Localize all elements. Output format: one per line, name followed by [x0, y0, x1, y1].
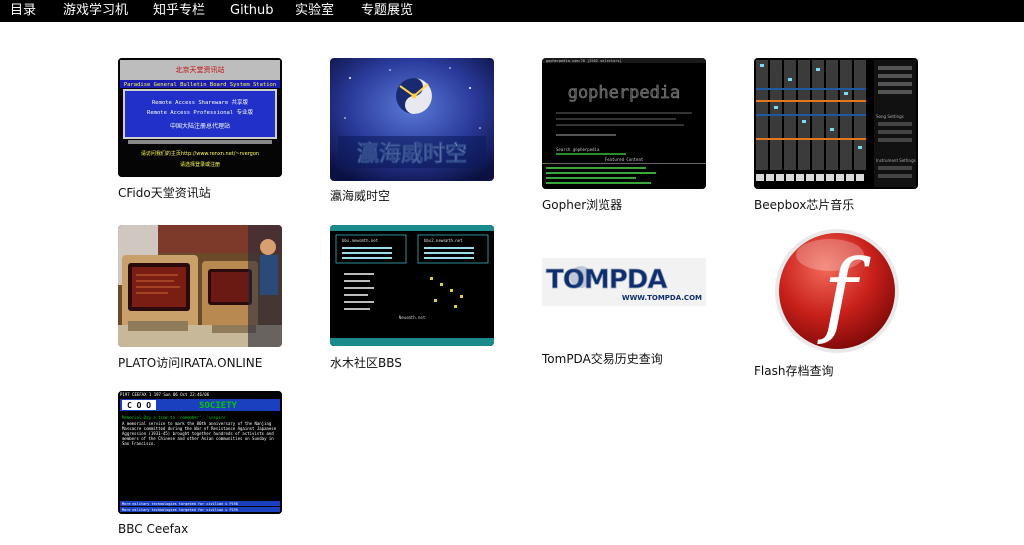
- card-caption[interactable]: 水木社区BBS: [330, 356, 402, 370]
- card-caption[interactable]: Flash存档查询: [754, 364, 833, 378]
- nav-link-zhihu-column[interactable]: 知乎专栏: [153, 3, 205, 19]
- nav-link-github[interactable]: Github: [230, 3, 274, 19]
- card-caption[interactable]: PLATO访问IRATA.ONLINE: [118, 356, 262, 370]
- beepbox-sequencer-thumbnail[interactable]: Song Settings Instrument Settings: [754, 58, 918, 189]
- svg-text:瀛海威时空: 瀛海威时空: [357, 141, 467, 167]
- svg-text:P197 CEEFAX 1 197 Sun 06 Oct: P197 CEEFAX 1 197 Sun 06 Oct 22:46/06: [120, 392, 210, 397]
- card-caption[interactable]: 瀛海威时空: [330, 189, 390, 203]
- svg-text:请访问我们的主页http://www.renxn.net/~: 请访问我们的主页http://www.renxn.net/~rvergon: [141, 150, 259, 157]
- newsmth-bbs-thumbnail[interactable]: bbs.newsmth.net bbs2.newsmth.net Newsmth…: [330, 225, 494, 346]
- svg-text:请选择登录或注册: 请选择登录或注册: [180, 161, 220, 168]
- svg-text:gopherpedia.com:70 [2502 selec: gopherpedia.com:70 [2502 selectors]: [546, 59, 622, 63]
- svg-text:WWW.TOMPDA.COM: WWW.TOMPDA.COM: [622, 294, 702, 302]
- yinghaiwei-logo-thumbnail[interactable]: 瀛海威时空: [330, 58, 494, 181]
- svg-text:中国大陆注册总代理站: 中国大陆注册总代理站: [170, 122, 230, 130]
- svg-text:Featured Content: Featured Content: [605, 157, 644, 162]
- card-caption[interactable]: TomPDA交易历史查询: [542, 352, 663, 366]
- card-caption[interactable]: BBC Ceefax: [118, 522, 188, 536]
- svg-text:Paradise General Bulletin Boar: Paradise General Bulletin Board System S…: [124, 82, 276, 88]
- svg-text:Remote Access Shareware 共享版: Remote Access Shareware 共享版: [152, 98, 248, 106]
- top-nav-bar: 目录 游戏学习机 知乎专栏 Github 实验室 专题展览: [0, 0, 1024, 22]
- svg-text:Song Settings: Song Settings: [876, 114, 904, 119]
- svg-text:C O O: C O O: [127, 401, 151, 410]
- svg-text:bbs2.newsmth.net: bbs2.newsmth.net: [424, 238, 463, 243]
- svg-text:Instrument Settings: Instrument Settings: [876, 158, 916, 163]
- svg-text:More military technologies tar: More military technologies targeted for …: [122, 502, 238, 506]
- svg-text:Memorial Day a time to 'rememb: Memorial Day a time to 'remember', 'insp…: [122, 415, 228, 420]
- cfido-bbs-thumbnail[interactable]: 北京天堂资讯站 Paradise General Bulletin Board …: [118, 58, 282, 177]
- card-caption[interactable]: Gopher浏览器: [542, 198, 622, 212]
- svg-text:Search gopherpedia: Search gopherpedia: [556, 147, 600, 152]
- svg-text:bbs.newsmth.net: bbs.newsmth.net: [342, 238, 379, 243]
- card-caption[interactable]: Beepbox芯片音乐: [754, 198, 854, 212]
- plato-terminal-photo-thumbnail[interactable]: [118, 225, 282, 347]
- tompda-logo[interactable]: TOMPDA WWW.TOMPDA.COM: [542, 258, 706, 306]
- svg-text:Newsmth.net: Newsmth.net: [399, 315, 426, 320]
- svg-text:北京天堂资讯站: 北京天堂资讯站: [176, 65, 225, 74]
- svg-text:SOCIETY: SOCIETY: [199, 401, 238, 411]
- nav-link-index[interactable]: 目录: [10, 3, 36, 19]
- flash-player-logo[interactable]: f: [768, 225, 906, 359]
- card-caption[interactable]: CFido天堂资讯站: [118, 186, 211, 200]
- nav-link-game-learning-machine[interactable]: 游戏学习机: [63, 3, 128, 19]
- ceefax-teletext-thumbnail[interactable]: P197 CEEFAX 1 197 Sun 06 Oct 22:46/06 C …: [118, 391, 282, 514]
- nav-link-exhibitions[interactable]: 专题展览: [361, 3, 413, 19]
- svg-text:Remote Access Professional 专业版: Remote Access Professional 专业版: [147, 108, 253, 116]
- svg-text:More military technologies tar: More military technologies targeted for …: [122, 508, 238, 512]
- svg-text:TOMPDA: TOMPDA: [546, 265, 667, 295]
- nav-link-lab[interactable]: 实验室: [295, 3, 334, 19]
- gopher-terminal-thumbnail[interactable]: gopherpedia.com:70 [2502 selectors] goph…: [542, 58, 706, 189]
- svg-text:gopherpedia: gopherpedia: [568, 83, 681, 103]
